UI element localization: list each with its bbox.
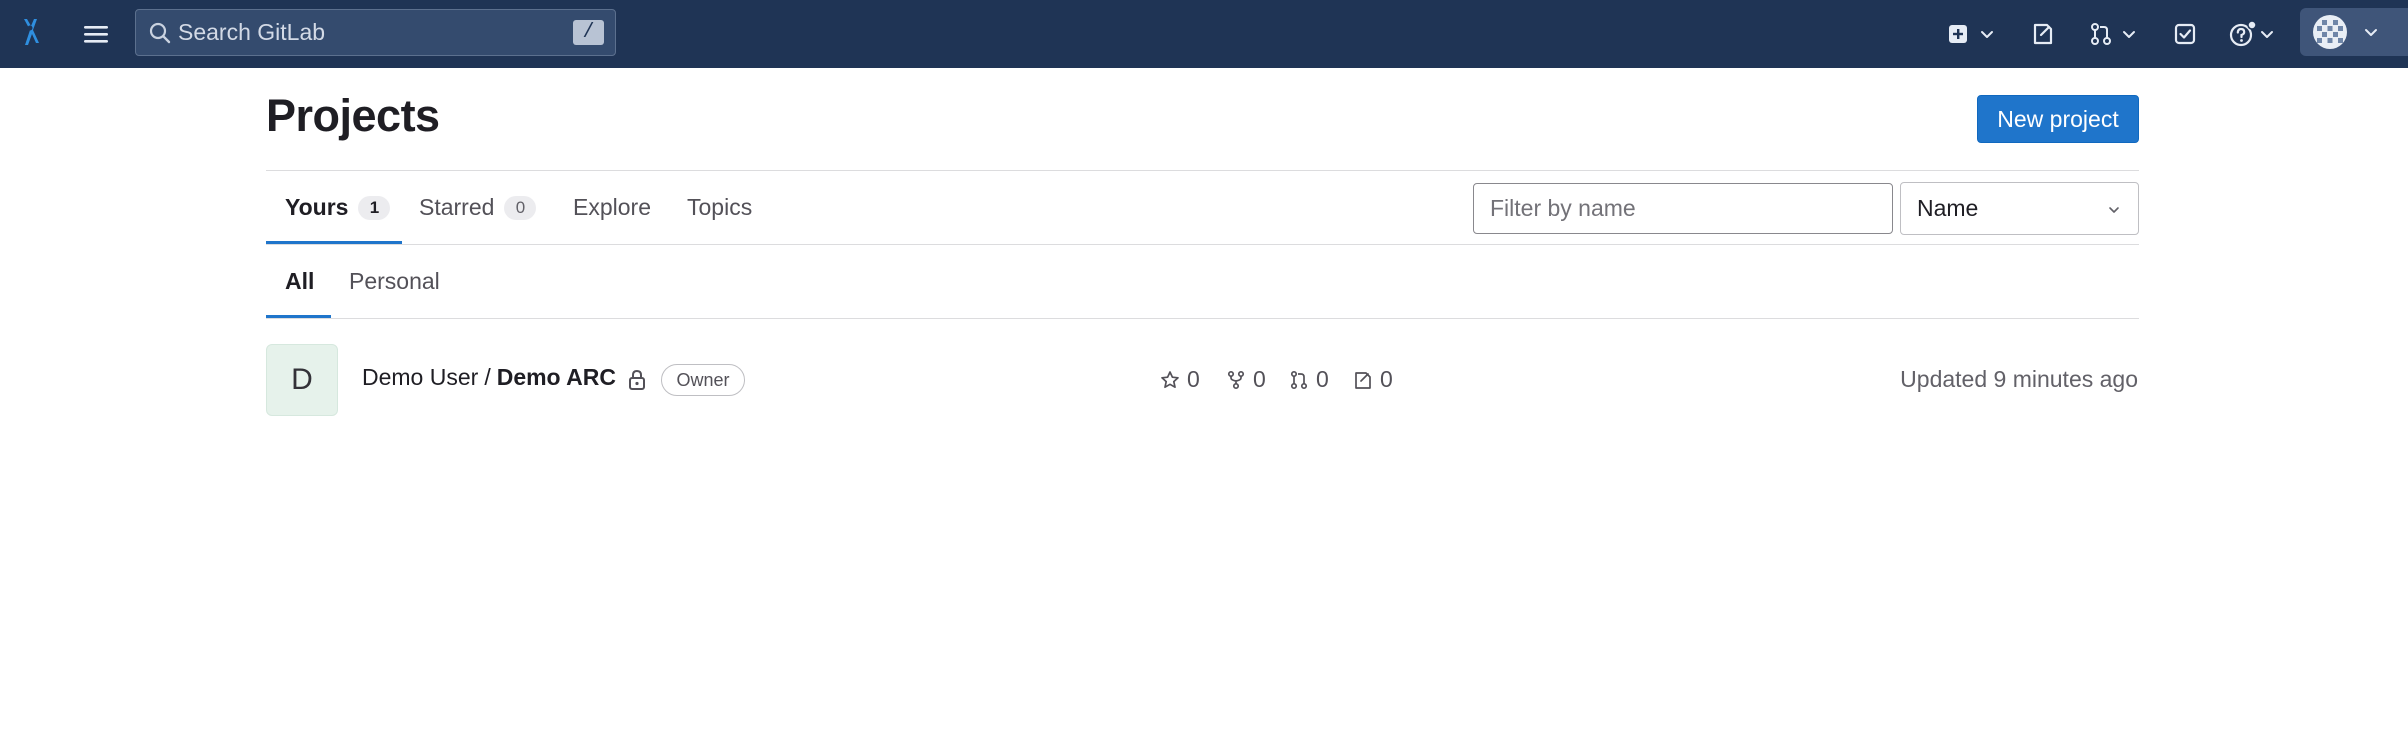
chevron-down-icon	[2365, 29, 2377, 36]
star-icon	[1161, 370, 1179, 388]
tab-starred[interactable]: Starred 0	[419, 194, 537, 221]
chevron-down-icon	[2261, 31, 2273, 38]
project-avatar[interactable]: D	[266, 344, 338, 416]
tab-starred-label: Starred	[419, 194, 495, 220]
tab-explore[interactable]: Explore	[573, 194, 651, 221]
subtab-personal-label: Personal	[349, 268, 440, 294]
page-title: Projects	[266, 90, 440, 141]
merge-request-icon	[2091, 23, 2111, 45]
gitlab-logo-icon[interactable]	[18, 16, 42, 48]
merge-requests-button[interactable]	[2088, 14, 2146, 54]
user-menu-button[interactable]	[2300, 8, 2408, 56]
subtabs-divider	[266, 318, 2139, 319]
issues-count-value: 0	[1380, 366, 1393, 392]
tab-explore-label: Explore	[573, 194, 651, 220]
top-navbar: Search GitLab /	[0, 0, 2408, 68]
subtab-personal[interactable]: Personal	[349, 268, 440, 295]
todo-checkbox-icon	[2174, 23, 2196, 45]
tab-topics[interactable]: Topics	[687, 194, 752, 221]
tab-yours-count-badge: 1	[358, 195, 391, 220]
tab-yours-label: Yours	[285, 194, 349, 220]
forks-count-value: 0	[1253, 366, 1266, 392]
sort-dropdown[interactable]: Name	[1900, 182, 2139, 235]
forks-count[interactable]: 0	[1226, 366, 1266, 393]
issues-button[interactable]	[2030, 14, 2060, 54]
issues-count[interactable]: 0	[1353, 366, 1393, 393]
chevron-down-icon	[2123, 31, 2135, 38]
help-button[interactable]	[2228, 14, 2284, 54]
merge-requests-count[interactable]: 0	[1289, 366, 1329, 393]
todos-button[interactable]	[2172, 14, 2202, 54]
search-input[interactable]: Search GitLab /	[135, 9, 616, 56]
issues-icon	[1355, 371, 1371, 389]
project-namespace-link[interactable]: Demo User	[362, 364, 478, 391]
lock-icon	[629, 369, 645, 390]
help-question-icon	[2229, 20, 2256, 47]
subtab-all-label: All	[285, 268, 315, 294]
tab-starred-count-badge: 0	[504, 195, 537, 220]
tab-yours[interactable]: Yours 1	[285, 194, 391, 221]
user-avatar-icon	[2313, 15, 2347, 49]
filter-by-name-input[interactable]	[1473, 183, 1893, 234]
merge-request-icon	[1290, 370, 1308, 389]
project-title: Demo User / Demo ARC	[362, 364, 616, 391]
role-badge: Owner	[661, 364, 745, 396]
notification-dot-icon	[2247, 20, 2256, 30]
create-new-button[interactable]	[1946, 14, 2002, 54]
project-path-separator: /	[484, 364, 491, 390]
merge-requests-count-value: 0	[1316, 366, 1329, 392]
menu-icon[interactable]	[80, 20, 112, 48]
chevron-down-icon	[1981, 31, 1993, 38]
plus-square-icon	[1949, 25, 1967, 43]
sort-dropdown-value: Name	[1917, 195, 1979, 221]
new-project-button[interactable]: New project	[1977, 95, 2139, 143]
tab-topics-label: Topics	[687, 194, 753, 220]
project-name-link[interactable]: Demo ARC	[497, 364, 616, 391]
stars-count-value: 0	[1187, 366, 1200, 392]
chevron-down-icon	[2109, 207, 2119, 213]
issues-icon	[2033, 23, 2053, 45]
updated-timestamp: Updated 9 minutes ago	[1900, 366, 2138, 392]
search-placeholder: Search GitLab	[178, 19, 326, 45]
search-icon	[148, 21, 172, 45]
tabs-divider	[266, 244, 2139, 245]
subtab-all[interactable]: All	[285, 268, 314, 295]
header-divider	[266, 170, 2139, 171]
search-shortcut-key: /	[573, 20, 604, 45]
fork-icon	[1227, 370, 1245, 389]
stars-count[interactable]: 0	[1160, 366, 1200, 393]
